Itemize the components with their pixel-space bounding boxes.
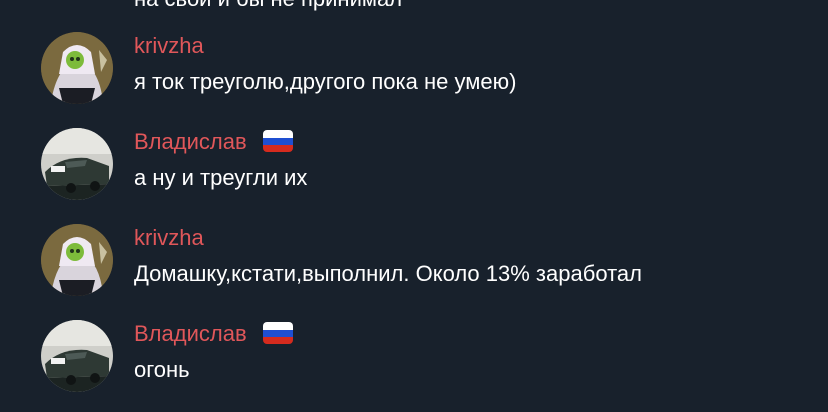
avatar-krivzha[interactable]: [41, 32, 113, 104]
previous-message-text: на свой и бы не принимал: [134, 0, 402, 12]
sender-name[interactable]: Владислав: [134, 128, 293, 156]
sender-name-text: Владислав: [134, 321, 247, 346]
russia-flag-icon: [262, 322, 293, 345]
sender-name-text: krivzha: [134, 33, 204, 58]
message-text: Домашку,кстати,выполнил. Около 13% зараб…: [134, 261, 642, 286]
sender-name[interactable]: krivzha: [134, 32, 204, 60]
chat-messages: на свой и бы не принимал krivzha я ток т…: [0, 0, 828, 412]
sender-name[interactable]: krivzha: [134, 224, 204, 252]
russia-flag-icon: [262, 130, 293, 153]
avatar-vladislav[interactable]: [41, 320, 113, 392]
message-item: krivzha Домашку,кстати,выполнил. Около 1…: [0, 224, 828, 314]
message-text: огонь: [134, 357, 190, 382]
message-text: а ну и треугли их: [134, 165, 308, 190]
avatar-krivzha[interactable]: [41, 224, 113, 296]
sender-name-text: krivzha: [134, 225, 204, 250]
sender-name-text: Владислав: [134, 129, 247, 154]
sender-name[interactable]: Владислав: [134, 320, 293, 348]
avatar-vladislav[interactable]: [41, 128, 113, 200]
message-item: krivzha я ток треуголю,другого пока не у…: [0, 32, 828, 122]
message-text: я ток треуголю,другого пока не умею): [134, 69, 517, 94]
message-item: Владислав а ну и треугли их: [0, 128, 828, 218]
message-item: Владислав огонь: [0, 320, 828, 410]
